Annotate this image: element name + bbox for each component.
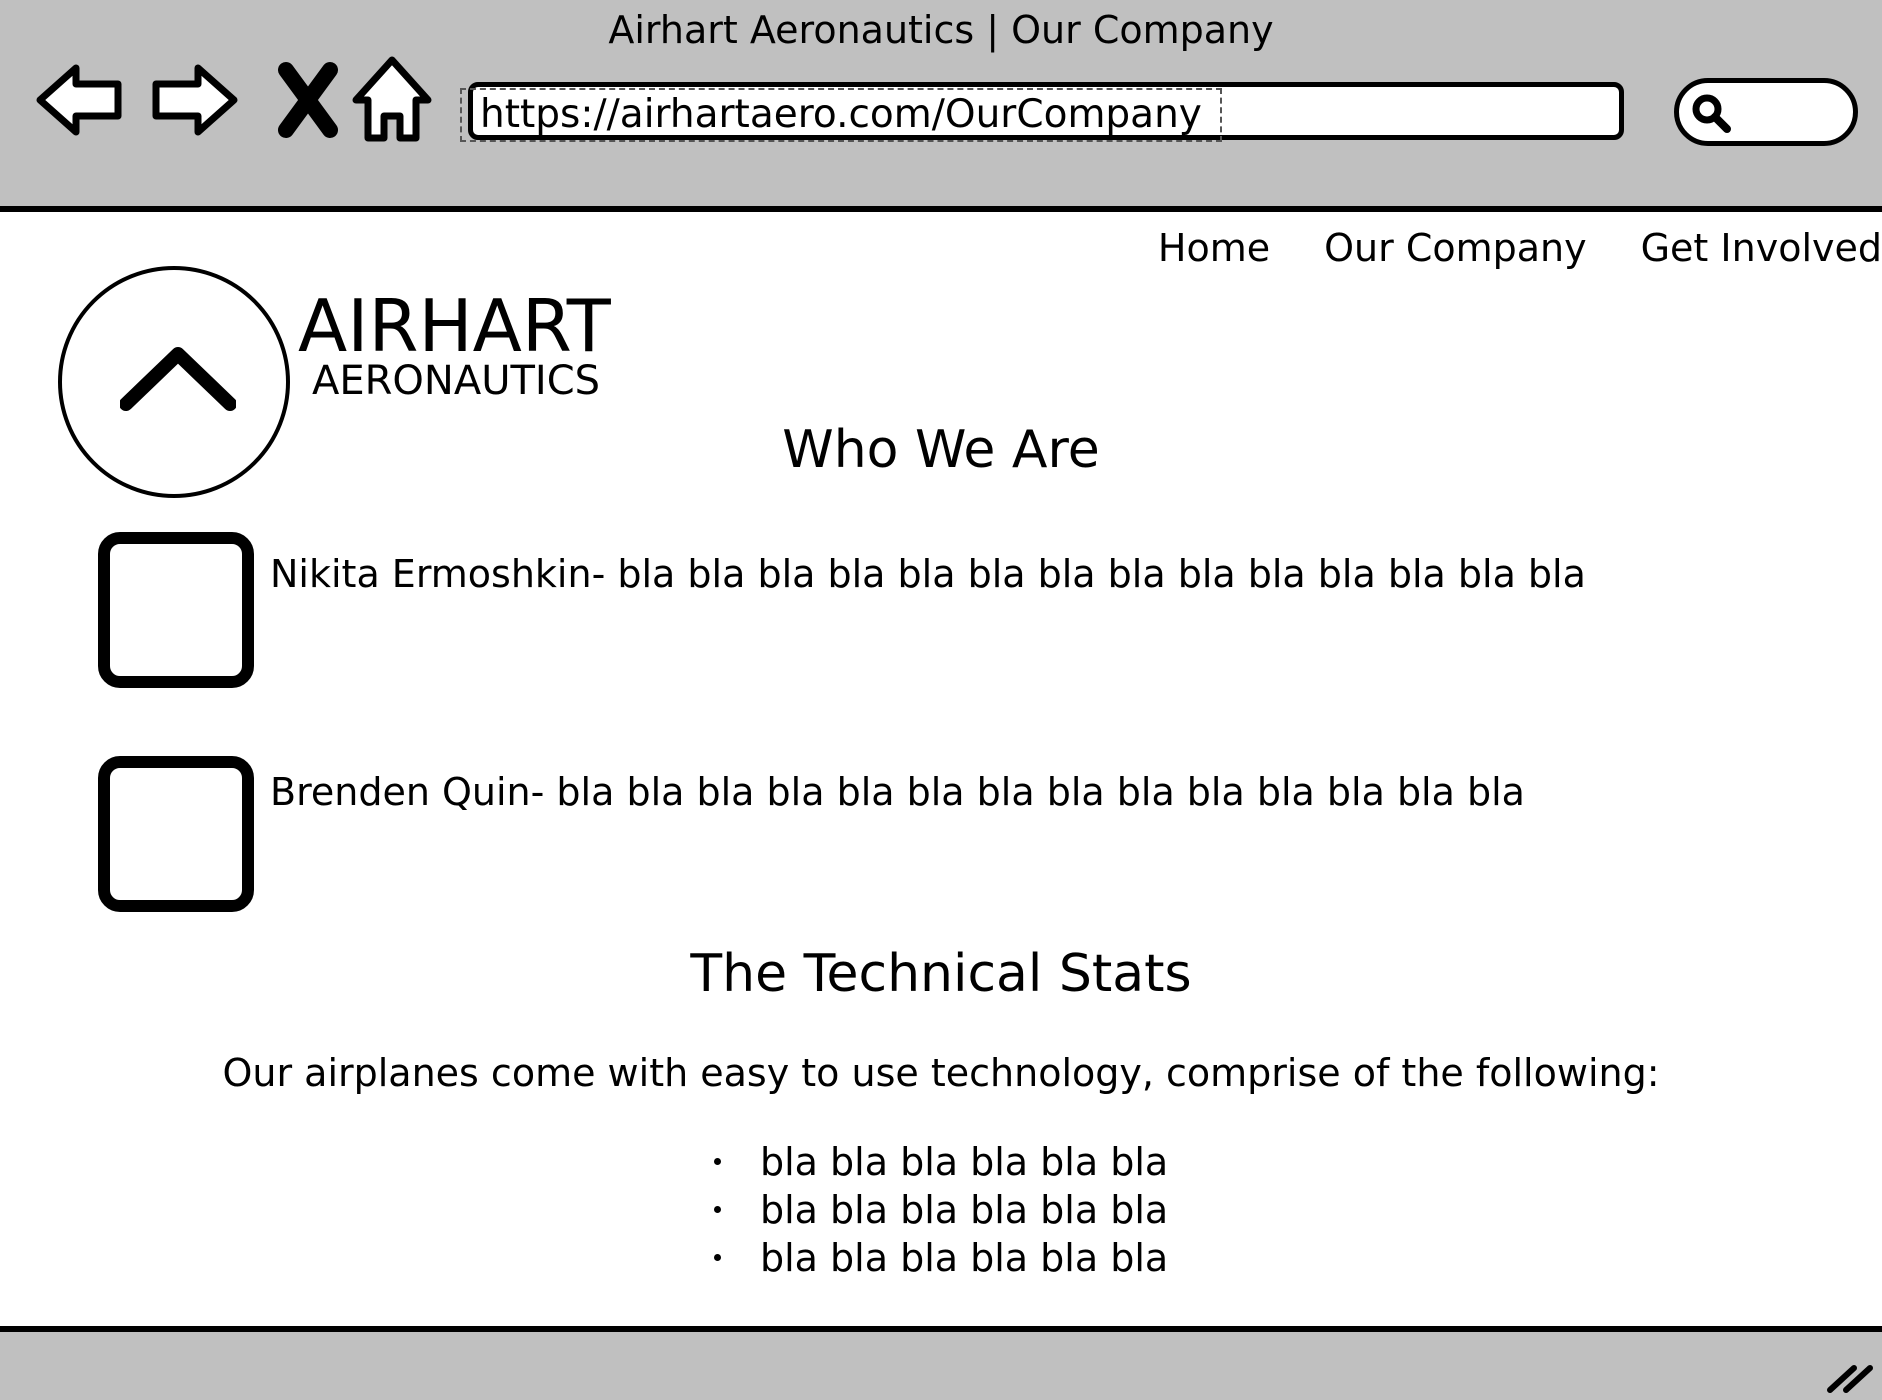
- brand-subtitle: AERONAUTICS: [312, 358, 601, 404]
- nav-get-involved-link[interactable]: Get Involved: [1641, 226, 1882, 270]
- site-nav: Home Our Company Get Involved: [1158, 222, 1882, 274]
- brand-name: AIRHART: [298, 284, 611, 368]
- browser-toolbar: Airhart Aeronautics | Our Company https:…: [0, 0, 1882, 212]
- list-item: bla bla bla bla bla bla: [714, 1138, 1168, 1186]
- member-bio: Brenden Quin- bla bla bla bla bla bla bl…: [270, 770, 1525, 814]
- list-item: bla bla bla bla bla bla: [714, 1186, 1168, 1234]
- back-arrow-icon[interactable]: [34, 54, 126, 146]
- forward-arrow-icon[interactable]: [148, 54, 240, 146]
- search-icon: [1692, 94, 1731, 133]
- home-icon[interactable]: [346, 54, 438, 146]
- nav-home-link[interactable]: Home: [1158, 226, 1270, 270]
- url-text[interactable]: https://airhartaero.com/OurCompany: [460, 88, 1222, 142]
- status-bar: [0, 1326, 1882, 1400]
- list-item-text: bla bla bla bla bla bla: [760, 1188, 1169, 1232]
- member-bio: Nikita Ermoshkin- bla bla bla bla bla bl…: [270, 552, 1586, 596]
- search-field[interactable]: [1674, 78, 1858, 146]
- bullet-icon: [714, 1158, 721, 1165]
- stop-x-icon[interactable]: [262, 54, 354, 146]
- chevron-up-icon: [120, 347, 236, 411]
- bullet-icon: [714, 1206, 721, 1213]
- member-photo-placeholder: [98, 532, 254, 688]
- technical-stats-intro: Our airplanes come with easy to use tech…: [222, 1051, 1660, 1095]
- resize-grip-icon[interactable]: [1824, 1354, 1876, 1394]
- member-photo-placeholder: [98, 756, 254, 912]
- who-we-are-heading: Who We Are: [782, 420, 1100, 480]
- nav-our-company-link[interactable]: Our Company: [1324, 226, 1586, 270]
- list-item-text: bla bla bla bla bla bla: [760, 1140, 1169, 1184]
- bullet-icon: [714, 1254, 721, 1261]
- list-item: bla bla bla bla bla bla: [714, 1234, 1168, 1282]
- technical-stats-list: bla bla bla bla bla bla bla bla bla bla …: [714, 1138, 1168, 1282]
- technical-stats-heading: The Technical Stats: [690, 944, 1192, 1004]
- list-item-text: bla bla bla bla bla bla: [760, 1236, 1169, 1280]
- window-title: Airhart Aeronautics | Our Company: [608, 8, 1274, 52]
